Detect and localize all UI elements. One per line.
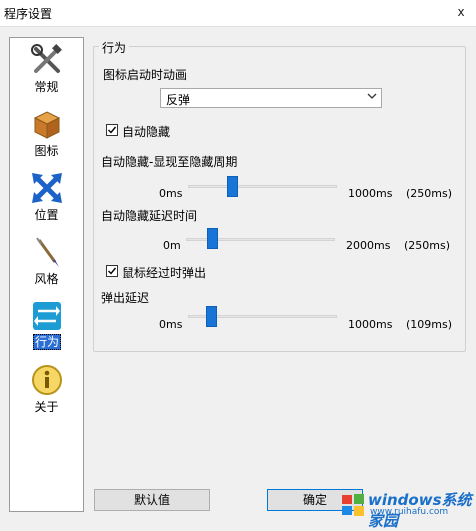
autohide-label: 自动隐藏 [122, 125, 171, 139]
popup-delay-max: 1000ms [348, 318, 393, 331]
hide-cycle-value: (250ms) [406, 187, 453, 200]
animation-select-value: 反弹 [166, 93, 191, 107]
sidebar-item-label: 关于 [34, 400, 59, 414]
hide-delay-max: 2000ms [346, 239, 391, 252]
popup-delay-slider[interactable] [206, 306, 217, 327]
hide-cycle-max: 1000ms [348, 187, 393, 200]
check-icon [108, 126, 117, 134]
hide-cycle-min: 0ms [159, 187, 183, 200]
behavior-arrows-icon [33, 302, 61, 330]
sidebar-item-label: 风格 [34, 272, 59, 286]
position-arrows-icon [32, 173, 62, 203]
sidebar-item-style[interactable]: 风格 [10, 232, 83, 292]
sidebar-item-label: 图标 [34, 144, 59, 158]
hide-cycle-label: 自动隐藏-显现至隐藏周期 [101, 155, 238, 169]
box-icon [33, 111, 61, 139]
check-icon [108, 267, 117, 275]
animation-label: 图标启动时动画 [103, 68, 188, 82]
sidebar-item-label: 位置 [34, 208, 59, 222]
popup-delay-min: 0ms [159, 318, 183, 331]
sidebar-item-label: 常规 [34, 80, 59, 94]
sidebar-item-icons[interactable]: 图标 [10, 104, 83, 164]
sidebar-item-general[interactable]: 常规 [10, 40, 83, 100]
windows-logo-icon [342, 494, 364, 516]
hide-cycle-slider[interactable] [227, 176, 238, 197]
hide-delay-value: (250ms) [404, 239, 451, 252]
hide-delay-label: 自动隐藏延迟时间 [101, 209, 198, 223]
hide-delay-slider[interactable] [207, 228, 218, 249]
hover-popup-label: 鼠标经过时弹出 [122, 266, 207, 280]
autohide-checkbox[interactable] [106, 124, 118, 136]
tools-icon [31, 44, 62, 73]
default-button[interactable]: 默认值 [94, 489, 210, 511]
hover-popup-checkbox[interactable] [106, 265, 118, 277]
popup-delay-value: (109ms) [406, 318, 453, 331]
brush-icon [36, 237, 59, 267]
popup-delay-label: 弹出延迟 [101, 291, 150, 305]
hide-cycle-track [188, 185, 337, 188]
sidebar-item-behavior[interactable]: 行为 [10, 296, 83, 356]
watermark: windows系统家园 www.ruihafu.com [340, 486, 476, 530]
close-icon: x [457, 5, 465, 19]
sidebar-item-about[interactable]: 关于 [10, 360, 83, 420]
info-icon [32, 365, 62, 395]
title-bar: 程序设置 x [0, 0, 476, 27]
chevron-down-icon [367, 93, 377, 99]
window-title: 程序设置 [4, 7, 53, 21]
groupbox-title: 行为 [99, 39, 130, 56]
hide-delay-min: 0m [163, 239, 181, 252]
sidebar-item-label: 行为 [33, 334, 61, 350]
animation-select[interactable]: 反弹 [160, 88, 382, 108]
close-button[interactable]: x [446, 0, 476, 26]
settings-sidebar: 常规 图标 位置 风格 行为 关于 [9, 37, 84, 512]
watermark-url: www.ruihafu.com [370, 507, 449, 517]
sidebar-item-position[interactable]: 位置 [10, 168, 83, 228]
